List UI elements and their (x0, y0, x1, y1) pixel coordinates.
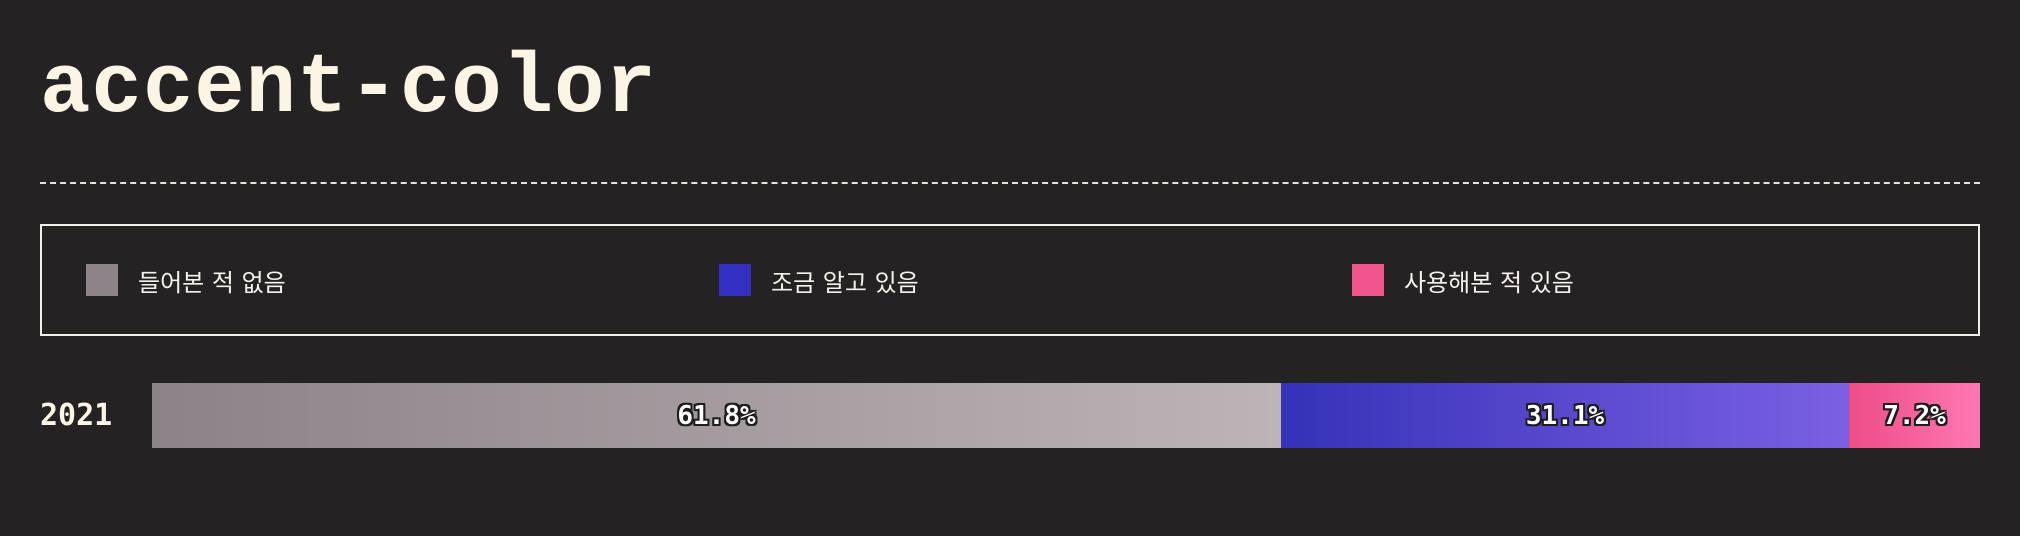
segment-have-used: 7.2% (1849, 383, 1980, 448)
segment-know-a-little: 31.1% (1281, 383, 1849, 448)
stacked-bar: 61.8% 31.1% 7.2% (152, 383, 1980, 448)
chart-page: accent-color 들어본 적 없음 조금 알고 있음 사용해본 적 있음… (0, 0, 2020, 536)
segment-value-label: 61.8% (677, 400, 756, 431)
segment-never-heard: 61.8% (152, 383, 1281, 448)
legend-swatch (86, 264, 118, 296)
legend-label: 들어본 적 없음 (138, 268, 286, 297)
legend-label: 사용해본 적 있음 (1404, 268, 1574, 297)
legend-swatch (719, 264, 751, 296)
legend: 들어본 적 없음 조금 알고 있음 사용해본 적 있음 (40, 224, 1980, 336)
legend-item-never-heard: 들어본 적 없음 (42, 263, 675, 298)
divider (40, 182, 1980, 184)
bar-row: 2021 61.8% 31.1% 7.2% (40, 383, 1980, 448)
segment-value-label: 31.1% (1525, 400, 1605, 431)
segment-value-label: 7.2% (1883, 400, 1946, 431)
legend-label: 조금 알고 있음 (771, 268, 919, 297)
category-label: 2021 (40, 398, 113, 433)
legend-item-know-a-little: 조금 알고 있음 (675, 263, 1308, 298)
legend-swatch (1352, 264, 1384, 296)
legend-item-have-used: 사용해본 적 있음 (1308, 263, 1941, 298)
page-title: accent-color (40, 42, 657, 137)
